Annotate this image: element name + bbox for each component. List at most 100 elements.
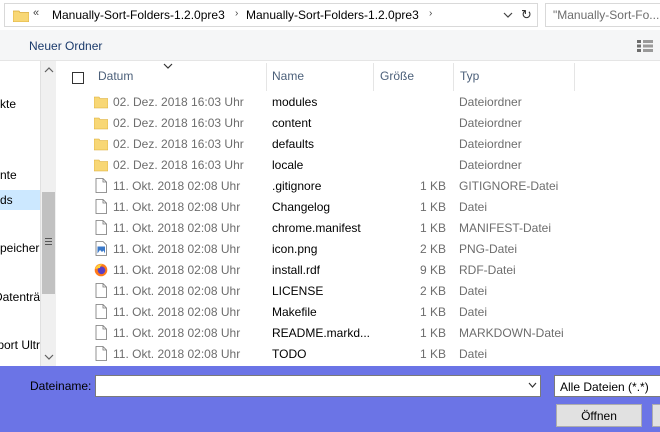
file-list: Datum Name Größe Typ 02. Dez. 2018 16:03… [60,61,660,366]
filename-label: Dateiname: [30,379,92,393]
file-size: 2 KB [419,242,446,256]
file-name: defaults [272,137,315,151]
file-row[interactable]: 02. Dez. 2018 16:03 Uhr modules Dateiordne… [60,91,660,112]
breadcrumb-item[interactable]: Manually-Sort-Folders-1.2.0pre3 [246,8,419,22]
file-row[interactable]: 11. Okt. 2018 02:08 Uhr README.markd... 1 … [60,322,660,343]
file-size: 1 KB [419,221,446,235]
file-row[interactable]: 11. Okt. 2018 02:08 Uhr TODO 1 KB Datei [60,343,660,364]
file-type: Dateiordner [459,116,522,130]
file-row[interactable]: 11. Okt. 2018 02:08 Uhr Makefile 1 KB Datei [60,301,660,322]
breadcrumb-item[interactable]: Manually-Sort-Folders-1.2.0pre3 [52,8,225,22]
file-size: 1 KB [419,305,446,319]
column-header-size[interactable]: Größe [374,63,453,89]
file-name: install.rdf [272,263,321,277]
file-icon [94,304,108,319]
file-date: 11. Okt. 2018 02:08 Uhr [113,284,241,298]
file-row[interactable]: 11. Okt. 2018 02:08 Uhr chrome.manifest 1 … [60,217,660,238]
toolbar: Neuer Ordner [0,30,660,61]
scroll-up-icon[interactable] [44,66,54,74]
file-row[interactable]: 11. Okt. 2018 02:08 Uhr icon.png 2 KB PNG-D… [60,238,660,259]
file-type: Datei [459,284,488,298]
file-type: Datei [459,347,488,361]
file-icon [94,325,108,340]
file-size: 1 KB [419,200,446,214]
nav-item[interactable]: kte [0,97,40,117]
file-icon [94,346,108,361]
image-file-icon [94,241,108,256]
refresh-icon[interactable]: ↻ [521,7,532,23]
file-name: README.markd... [272,326,371,340]
cancel-button[interactable] [652,404,660,427]
sort-descending-icon [163,63,173,69]
file-type: Datei [459,200,488,214]
column-header-label: Datum [98,69,134,83]
file-type: RDF-Datei [459,263,516,277]
column-header-type[interactable]: Typ [454,63,574,89]
file-row[interactable]: 11. Okt. 2018 02:08 Uhr install.rdf 9 KB RD… [60,259,660,280]
column-header-date[interactable]: Datum [60,63,266,89]
file-row[interactable]: 02. Dez. 2018 16:03 Uhr locale Dateiordner [60,154,660,175]
nav-item[interactable]: port Ultr [0,338,40,358]
filename-input[interactable] [95,375,541,397]
address-bar[interactable]: « Manually-Sort-Folders-1.2.0pre3 › Manu… [4,3,538,27]
file-type: MANIFEST-Datei [459,221,552,235]
file-type-value: Alle Dateien (*.*) [560,380,649,394]
file-type: PNG-Datei [459,242,518,256]
search-input[interactable]: "Manually-Sort-Fo... [545,3,660,27]
firefox-icon [94,262,108,277]
file-name: Changelog [272,200,331,214]
dialog-footer: Dateiname: Alle Dateien (*.*) Öffnen [0,366,660,432]
scroll-down-icon[interactable] [44,353,54,361]
file-date: 11. Okt. 2018 02:08 Uhr [113,347,241,361]
file-type: Dateiordner [459,95,522,109]
file-date: 11. Okt. 2018 02:08 Uhr [113,221,241,235]
file-type: Dateiordner [459,137,522,151]
file-size: 1 KB [419,179,446,193]
address-bar-row: « Manually-Sort-Folders-1.2.0pre3 › Manu… [0,0,660,30]
file-type: MARKDOWN-Datei [459,326,564,340]
column-header-name[interactable]: Name [267,63,373,89]
search-placeholder: "Manually-Sort-Fo... [553,8,660,22]
file-row[interactable]: 11. Okt. 2018 02:08 Uhr Changelog 1 KB Date… [60,196,660,217]
view-options-icon[interactable] [637,40,653,52]
file-icon [94,178,108,193]
nav-item[interactable]: Datenträ [0,290,40,310]
file-date: 11. Okt. 2018 02:08 Uhr [113,305,241,319]
nav-item[interactable]: peicher [0,241,40,261]
file-name: .gitignore [272,179,322,193]
navigation-pane: kte nte ds peicher Datenträ port Ultr [0,61,56,366]
chevron-down-icon[interactable] [503,10,513,20]
file-name: locale [272,158,304,172]
file-date: 11. Okt. 2018 02:08 Uhr [113,263,241,277]
file-date: 02. Dez. 2018 16:03 Uhr [113,137,244,151]
folder-icon [93,94,109,109]
file-type-select[interactable]: Alle Dateien (*.*) [554,375,660,397]
scrollbar-thumb[interactable] [42,192,55,294]
file-row[interactable]: 02. Dez. 2018 16:03 Uhr defaults Dateiordn… [60,133,660,154]
open-button[interactable]: Öffnen [556,404,642,427]
overflow-chevron-icon[interactable]: « [33,7,39,19]
file-row[interactable]: 11. Okt. 2018 02:08 Uhr .gitignore 1 KB GIT… [60,175,660,196]
file-name: chrome.manifest [272,221,361,235]
new-folder-button[interactable]: Neuer Ordner [29,39,102,53]
chevron-down-icon[interactable] [528,382,537,388]
file-type: Datei [459,305,488,319]
file-row[interactable]: 02. Dez. 2018 16:03 Uhr content Dateiordne… [60,112,660,133]
nav-item[interactable]: nte [0,168,40,188]
nav-item-selected[interactable]: ds [0,190,40,210]
nav-scrollbar[interactable] [40,61,56,366]
column-divider[interactable] [574,63,575,91]
select-all-checkbox[interactable] [72,72,84,84]
file-size: 1 KB [419,326,446,340]
file-name: TODO [272,347,307,361]
file-name: icon.png [272,242,318,256]
file-date: 11. Okt. 2018 02:08 Uhr [113,179,241,193]
grip-icon [45,238,52,245]
breadcrumb-chevron-icon[interactable]: › [429,8,432,19]
file-name: Makefile [272,305,317,319]
breadcrumb-chevron-icon[interactable]: › [235,8,238,19]
file-open-dialog: « Manually-Sort-Folders-1.2.0pre3 › Manu… [0,0,660,432]
folder-icon [93,136,109,151]
file-row[interactable]: 11. Okt. 2018 02:08 Uhr LICENSE 2 KB Datei [60,280,660,301]
file-name: modules [272,95,318,109]
